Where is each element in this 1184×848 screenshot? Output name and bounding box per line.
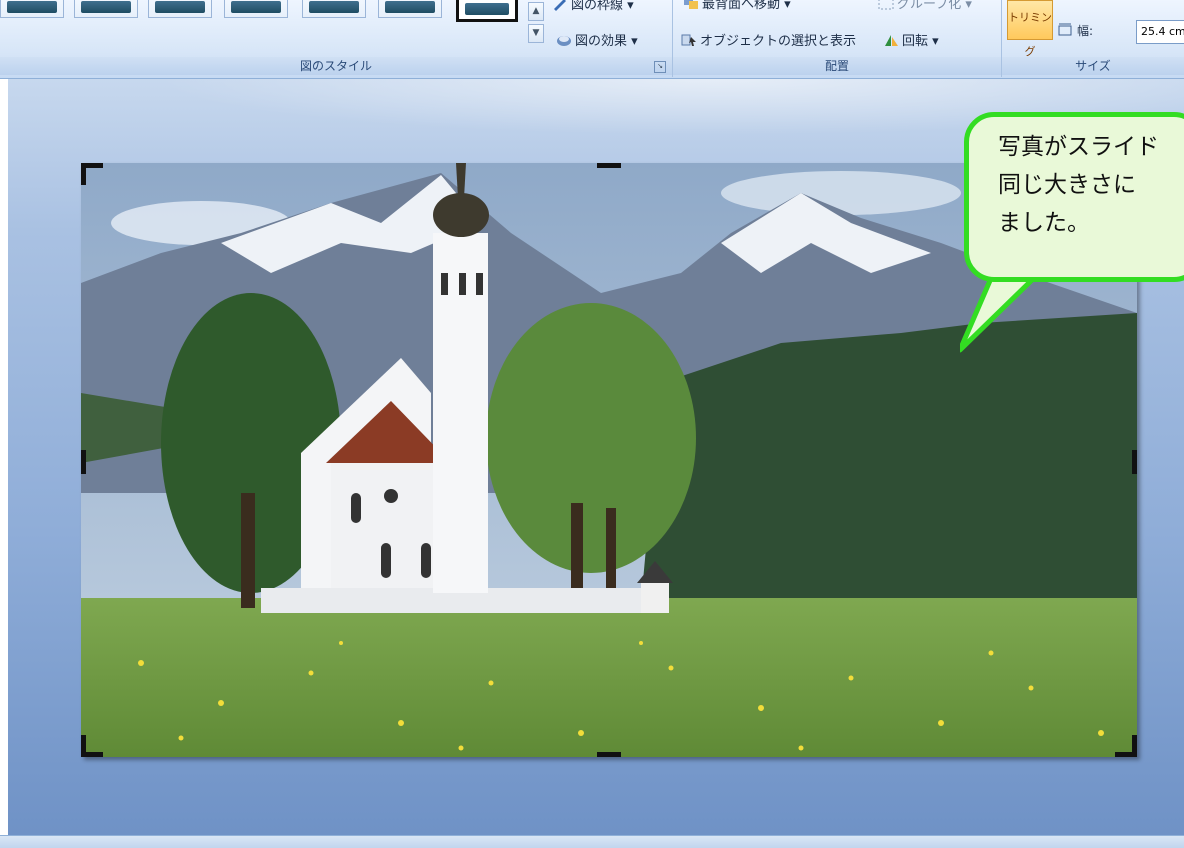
send-to-back-button[interactable]: 最背面へ移動 ▾ — [683, 0, 791, 12]
effects-icon — [557, 36, 571, 46]
crop-button[interactable]: トリミング — [1007, 0, 1053, 58]
arrange-group-label: 配置 — [673, 57, 1001, 75]
callout-tail — [960, 276, 1039, 353]
selection-pane-button[interactable]: オブジェクトの選択と表示 — [681, 30, 856, 49]
crop-handle-bottom-left-v[interactable] — [81, 735, 86, 757]
rotate-button[interactable]: 回転 ▾ — [883, 30, 939, 49]
rotate-icon — [885, 35, 898, 46]
gallery-scroll-down-button[interactable]: ▼ — [528, 24, 544, 43]
style-thumbnail-3[interactable] — [148, 0, 212, 18]
selection-pane-icon — [681, 34, 696, 46]
group-icon — [878, 0, 894, 10]
send-back-icon — [684, 0, 698, 9]
crop-handle-bottom[interactable] — [597, 752, 621, 757]
style-thumbnail-6[interactable] — [378, 0, 442, 18]
width-label: 幅: — [1058, 22, 1093, 39]
status-bar — [0, 835, 1184, 848]
size-group: トリミング 幅: 25.4 cm サイズ — [1002, 0, 1184, 77]
crop-handle-bottom-right-v[interactable] — [1132, 735, 1137, 757]
ribbon: ▲ ▼ 図の枠線 ▾ 図の効果 ▾ 図のスタイル ↘ 最背面へ移動 ▾ グループ… — [0, 0, 1184, 79]
crop-handle-left[interactable] — [81, 450, 86, 474]
gallery-scroll-up-button[interactable]: ▲ — [528, 2, 544, 21]
width-input[interactable]: 25.4 cm — [1136, 20, 1184, 44]
picture-styles-group: ▲ ▼ 図の枠線 ▾ 図の効果 ▾ 図のスタイル ↘ — [0, 0, 673, 77]
picture-effects-button[interactable]: 図の効果 ▾ — [556, 30, 638, 49]
pen-icon — [554, 0, 566, 11]
crop-handle-right[interactable] — [1132, 450, 1137, 474]
style-thumbnail-2[interactable] — [74, 0, 138, 18]
callout-text: 写真がスライド 同じ大きさに ました。 — [998, 134, 1159, 236]
style-thumbnail-7-selected[interactable] — [456, 0, 518, 22]
style-thumbnail-4[interactable] — [224, 0, 288, 18]
arrange-group: 最背面へ移動 ▾ グループ化 ▾ オブジェクトの選択と表示 回転 ▾ 配置 — [673, 0, 1002, 77]
style-thumbnail-5[interactable] — [302, 0, 366, 18]
picture-border-button[interactable]: 図の枠線 ▾ — [552, 0, 634, 13]
size-group-label: サイズ — [1002, 57, 1184, 75]
crop-handle-top-left-v[interactable] — [81, 163, 86, 185]
group-objects-button[interactable]: グループ化 ▾ — [878, 0, 972, 12]
width-icon — [1058, 23, 1072, 36]
dialog-launcher-icon[interactable]: ↘ — [654, 61, 666, 73]
picture-styles-group-label: 図のスタイル — [0, 57, 672, 75]
crop-handle-top[interactable] — [597, 163, 621, 168]
style-thumbnail-1[interactable] — [0, 0, 64, 18]
